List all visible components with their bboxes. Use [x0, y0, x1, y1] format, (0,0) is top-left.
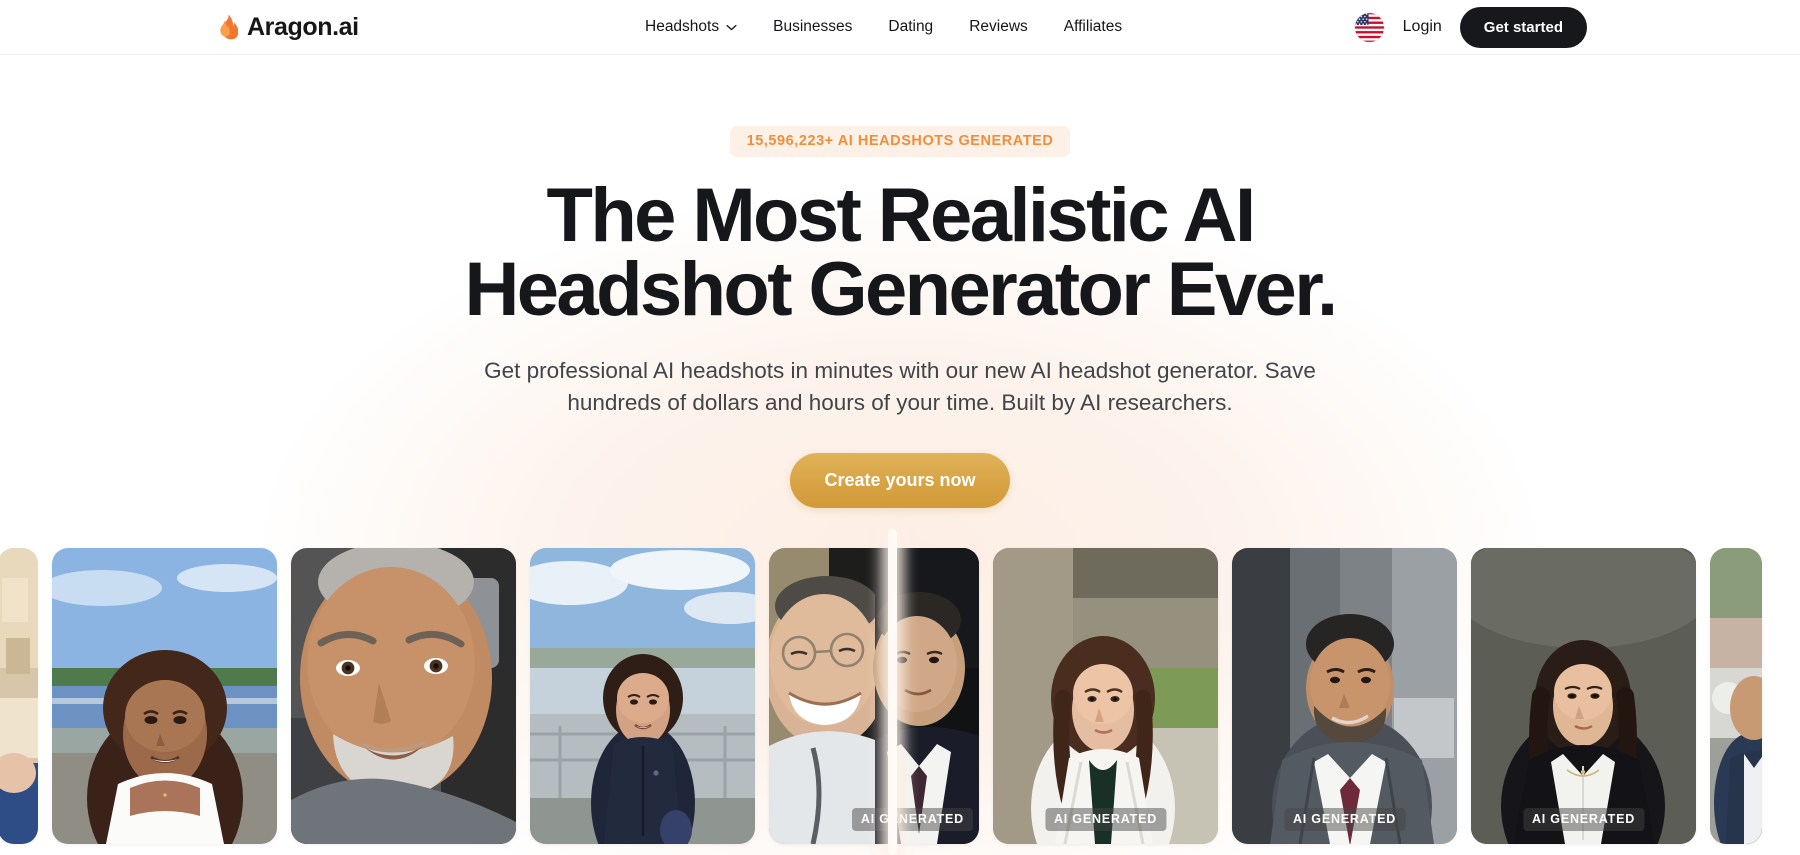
- nav-item-reviews[interactable]: Reviews: [969, 18, 1028, 36]
- photo-woman-curly-hair-by-lake-selfie: [52, 548, 277, 844]
- nav-label-headshots: Headshots: [645, 18, 720, 35]
- before-after-gallery[interactable]: AI GENERATED AI GENERATED AI GENERATED A…: [0, 548, 1800, 855]
- photo-woman-black-blazer-headshot: [1471, 548, 1696, 844]
- create-yours-now-button[interactable]: Create yours now: [790, 452, 1010, 508]
- login-link[interactable]: Login: [1401, 18, 1444, 36]
- ai-generated-badge: AI GENERATED: [1044, 808, 1167, 831]
- headline-line-2: Headshot Generator Ever.: [464, 247, 1338, 333]
- gallery-item-split[interactable]: AI GENERATED: [769, 548, 979, 844]
- gallery-item[interactable]: [530, 548, 755, 844]
- photo-woman-white-blazer-headshot: [993, 548, 1218, 844]
- header-actions: Login Get started: [1353, 6, 1587, 48]
- page-title: The Most Realistic AI Headshot Generator…: [0, 178, 1800, 333]
- brand-name: Aragon.ai: [247, 12, 359, 41]
- ai-generated-badge: AI GENERATED: [851, 808, 973, 831]
- nav-item-dating[interactable]: Dating: [888, 18, 933, 36]
- photo-interior-room-partial: [0, 548, 38, 844]
- gallery-item[interactable]: [291, 548, 516, 844]
- gallery-item[interactable]: [0, 548, 38, 844]
- gallery-item[interactable]: AI GENERATED: [1471, 548, 1696, 844]
- photo-smiling-man-glasses-before-after: [769, 548, 979, 844]
- flame-icon: [218, 14, 238, 40]
- photo-bearded-man-grey-suit-headshot: [1232, 548, 1457, 844]
- nav-item-businesses[interactable]: Businesses: [773, 18, 852, 36]
- nav-label-reviews: Reviews: [969, 18, 1028, 35]
- gallery-item[interactable]: AI GENERATED: [1232, 548, 1457, 844]
- hero-subheading: Get professional AI headshots in minutes…: [484, 357, 1316, 415]
- nav-label-dating: Dating: [888, 18, 934, 35]
- chevron-down-icon: [726, 24, 737, 31]
- photo-man-navy-suit-street-partial: [1710, 548, 1762, 844]
- gallery-item[interactable]: AI GENERATED: [993, 548, 1218, 844]
- get-started-button[interactable]: Get started: [1459, 6, 1587, 48]
- photo-woman-dark-jacket-at-waterfall: [530, 548, 755, 844]
- nav-item-affiliates[interactable]: Affiliates: [1064, 18, 1122, 36]
- site-header: Aragon.ai Headshots Businesses Dating Re…: [0, 0, 1800, 55]
- main-nav: Headshots Businesses Dating Reviews Affi…: [645, 18, 1122, 36]
- hero-section: 15,596,223+ AI HEADSHOTS GENERATED The M…: [0, 55, 1800, 508]
- ai-generated-badge: AI GENERATED: [1522, 808, 1645, 831]
- before-after-slider-handle[interactable]: [888, 529, 897, 855]
- us-flag-icon[interactable]: [1353, 11, 1385, 43]
- ai-generated-badge: AI GENERATED: [1283, 808, 1406, 831]
- photo-older-man-grey-beard-car-selfie: [291, 548, 516, 844]
- nav-label-affiliates: Affiliates: [1063, 18, 1123, 35]
- headline-line-1: The Most Realistic AI: [546, 173, 1257, 258]
- landing-page: Aragon.ai Headshots Businesses Dating Re…: [0, 0, 1800, 855]
- headshots-generated-badge: 15,596,223+ AI HEADSHOTS GENERATED: [729, 126, 1071, 157]
- brand-logo[interactable]: Aragon.ai: [218, 13, 359, 42]
- nav-item-headshots[interactable]: Headshots: [645, 18, 737, 36]
- nav-label-businesses: Businesses: [773, 18, 853, 35]
- gallery-item[interactable]: [52, 548, 277, 844]
- gallery-item[interactable]: [1710, 548, 1762, 844]
